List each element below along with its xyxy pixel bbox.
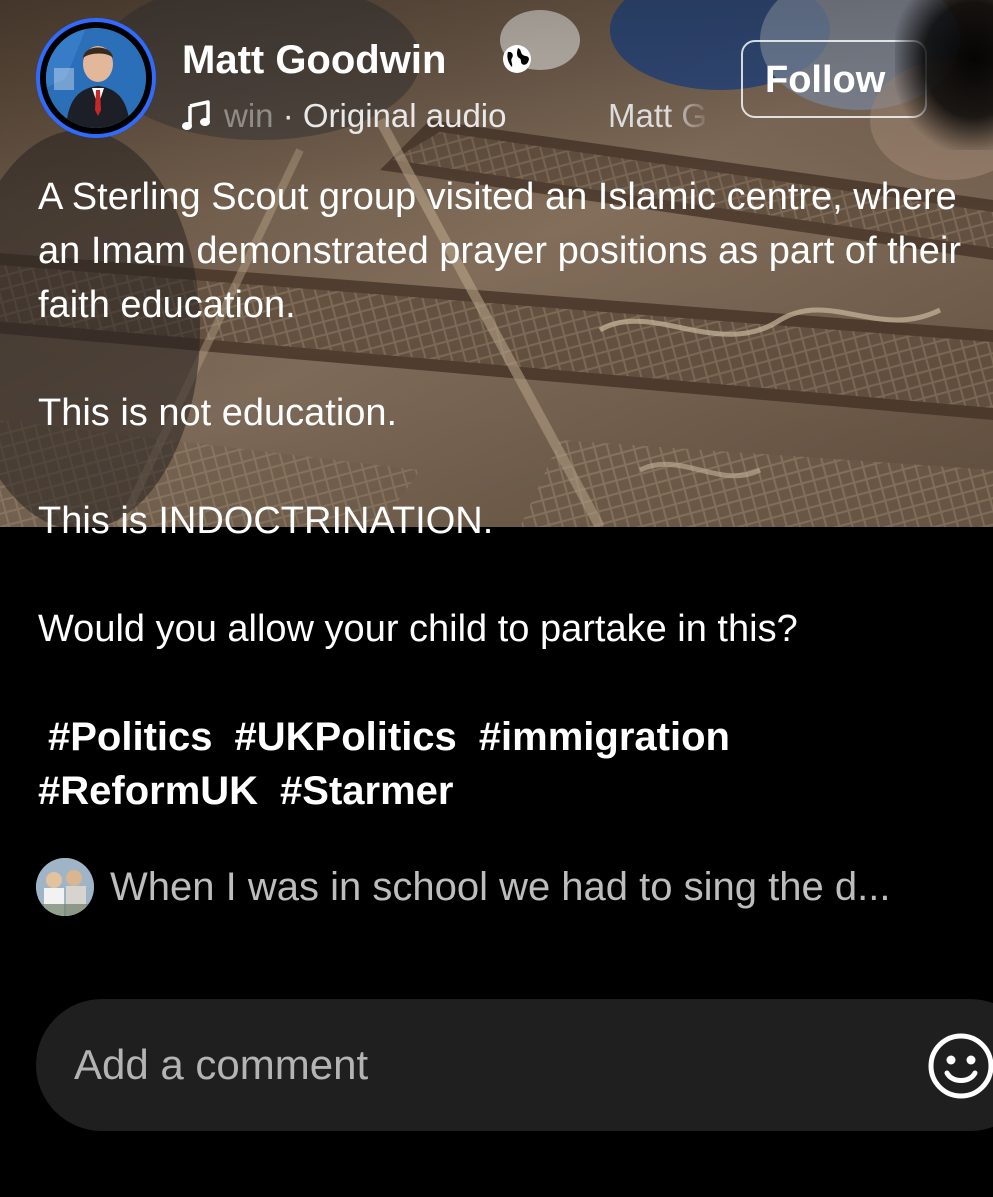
emoji-smile-icon[interactable] bbox=[926, 1031, 993, 1101]
hashtag-link[interactable]: #Starmer bbox=[280, 764, 453, 818]
caption-paragraph: This is not education. bbox=[38, 392, 398, 434]
audio-label-faded: win bbox=[224, 97, 274, 134]
author-avatar-image bbox=[46, 28, 146, 128]
hashtag-link[interactable]: #immigration bbox=[479, 710, 730, 764]
comment-preview[interactable]: When I was in school we had to sing the … bbox=[36, 856, 993, 916]
post-header: Matt Goodwin win · Original audio Matt G… bbox=[0, 0, 993, 150]
comment-preview-text: When I was in school we had to sing the … bbox=[110, 865, 891, 909]
caption-paragraph: A Sterling Scout group visited an Islami… bbox=[38, 176, 962, 326]
author-avatar[interactable] bbox=[36, 18, 156, 138]
post-caption[interactable]: A Sterling Scout group visited an Islami… bbox=[38, 170, 968, 656]
hashtag-link[interactable]: #UKPolitics bbox=[235, 710, 457, 764]
audio-label-main: · Original audio bbox=[273, 97, 507, 134]
hashtag-list: #Politics #UKPolitics #immigration #Reform… bbox=[38, 710, 968, 818]
music-note-icon bbox=[182, 100, 210, 130]
follow-label: Follow bbox=[765, 59, 886, 101]
hashtag-link[interactable]: #ReformUK bbox=[38, 764, 258, 818]
globe-icon bbox=[503, 45, 531, 73]
audio-scrolling-name: Matt G bbox=[608, 94, 707, 138]
hashtag-link[interactable]: #Politics bbox=[48, 710, 213, 764]
add-comment-field[interactable]: Add a comment bbox=[36, 999, 993, 1131]
caption-paragraph: This is INDOCTRINATION. bbox=[38, 500, 494, 542]
caption-paragraph: Would you allow your child to partake in… bbox=[38, 608, 798, 650]
commenter-avatar bbox=[36, 858, 94, 916]
add-comment-placeholder: Add a comment bbox=[74, 1041, 369, 1088]
top-right-shadow bbox=[895, 0, 993, 150]
audio-label: win · Original audio bbox=[224, 94, 506, 138]
author-name[interactable]: Matt Goodwin bbox=[182, 36, 446, 84]
